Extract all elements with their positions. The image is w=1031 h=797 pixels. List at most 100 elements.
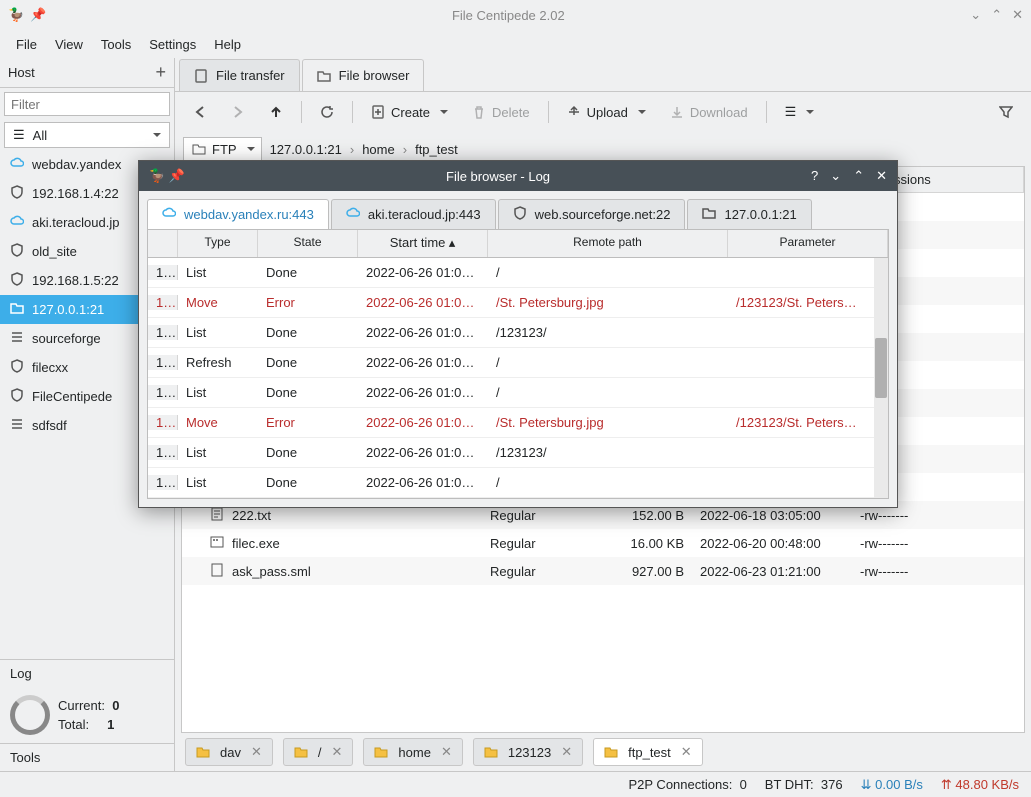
log-row[interactable]: 14MoveError2022-06-26 01:05:31/St. Peter… — [148, 408, 888, 438]
delete-button[interactable]: Delete — [462, 99, 540, 126]
upload-button[interactable]: Upload — [557, 99, 656, 126]
log-col-time[interactable]: Start time ▴ — [358, 230, 488, 257]
all-hosts-row[interactable]: ☰ All — [4, 122, 170, 148]
pin-icon[interactable]: 📌 — [30, 7, 46, 23]
host-label: FileCentipede — [32, 389, 112, 404]
chevron-down-icon — [806, 110, 814, 118]
file-name: ask_pass.sml — [182, 563, 482, 580]
upload-speed-icon: ⇈ — [941, 777, 952, 792]
scrollbar-thumb[interactable] — [875, 338, 887, 398]
create-button[interactable]: Create — [361, 99, 458, 126]
log-col-path[interactable]: Remote path — [488, 230, 728, 257]
file-size: 152.00 B — [612, 508, 692, 523]
log-row[interactable]: 17ListDone2022-06-26 01:05:40/123123/ — [148, 318, 888, 348]
scrollbar[interactable] — [874, 258, 888, 498]
log-row-num: 13 — [148, 445, 178, 460]
add-host-button[interactable]: + — [155, 62, 166, 83]
log-row[interactable]: 19ListDone2022-06-26 01:05:50/ — [148, 258, 888, 288]
close-icon[interactable]: ✕ — [681, 744, 692, 760]
log-row[interactable]: 15ListDone2022-06-26 01:05:35/ — [148, 378, 888, 408]
tools-section-label[interactable]: Tools — [0, 743, 174, 771]
close-icon[interactable]: ✕ — [251, 744, 262, 760]
log-window-title: File browser - Log — [185, 169, 811, 184]
menu-view[interactable]: View — [47, 33, 91, 56]
folder-open-icon — [317, 69, 331, 83]
cloud-icon — [10, 156, 24, 173]
crumb-ftptest[interactable]: ftp_test — [415, 142, 458, 157]
log-table: Type State Start time ▴ Remote path Para… — [147, 229, 889, 499]
menu-tools[interactable]: Tools — [93, 33, 139, 56]
tab-file-transfer[interactable]: File transfer — [179, 59, 300, 91]
nav-up-button[interactable] — [259, 99, 293, 125]
log-tab-label: webdav.yandex.ru:443 — [184, 207, 314, 222]
log-window-titlebar[interactable]: 🦆 📌 File browser - Log ? ⌄ ⌃ ✕ — [139, 161, 897, 191]
file-perm: -rw------- — [852, 508, 1024, 523]
close-icon[interactable]: ✕ — [441, 744, 452, 760]
maximize-icon[interactable]: ⌃ — [991, 7, 1002, 23]
file-row[interactable]: filec.exeRegular16.00 KB2022-06-20 00:48… — [182, 529, 1024, 557]
cloud-icon — [10, 214, 24, 231]
log-row[interactable]: 13ListDone2022-06-26 01:05:30/123123/ — [148, 438, 888, 468]
log-row[interactable]: 12ListDone2022-06-26 01:05:24/ — [148, 468, 888, 498]
view-mode-button[interactable]: ☰ — [775, 98, 825, 126]
log-time: 2022-06-26 01:05:35 — [358, 385, 488, 400]
log-section-label[interactable]: Log — [0, 659, 174, 687]
download-button[interactable]: Download — [660, 99, 758, 126]
folder-icon — [192, 142, 206, 156]
filter-input[interactable] — [4, 92, 170, 116]
upload-speed: 48.80 KB/s — [955, 777, 1019, 792]
close-icon[interactable]: ✕ — [332, 744, 343, 760]
refresh-button[interactable] — [310, 99, 344, 125]
log-tab[interactable]: aki.teracloud.jp:443 — [331, 199, 496, 229]
crumb-home[interactable]: home — [362, 142, 395, 157]
close-icon[interactable]: ✕ — [876, 168, 887, 184]
log-window: 🦆 📌 File browser - Log ? ⌄ ⌃ ✕ webdav.ya… — [138, 160, 898, 508]
pin-icon[interactable]: 📌 — [169, 168, 185, 184]
log-tab[interactable]: webdav.yandex.ru:443 — [147, 199, 329, 229]
tab-label: File transfer — [216, 68, 285, 83]
menu-help[interactable]: Help — [206, 33, 249, 56]
nav-forward-button[interactable] — [221, 99, 255, 125]
file-row[interactable]: ask_pass.smlRegular927.00 B2022-06-23 01… — [182, 557, 1024, 585]
log-col-state[interactable]: State — [258, 230, 358, 257]
log-col-param[interactable]: Parameter — [728, 230, 888, 257]
delete-label: Delete — [492, 105, 530, 120]
log-row[interactable]: 18MoveError2022-06-26 01:05:41/St. Peter… — [148, 288, 888, 318]
chevron-down-icon — [638, 110, 646, 118]
crumb-host[interactable]: 127.0.0.1:21 — [270, 142, 342, 157]
log-tab[interactable]: web.sourceforge.net:22 — [498, 199, 686, 229]
log-type: Move — [178, 415, 258, 430]
menu-file[interactable]: File — [8, 33, 45, 56]
log-header: Type State Start time ▴ Remote path Para… — [148, 230, 888, 258]
tab-file-browser[interactable]: File browser — [302, 59, 425, 91]
log-type: List — [178, 385, 258, 400]
log-tab[interactable]: 127.0.0.1:21 — [687, 199, 811, 229]
protocol-select[interactable]: FTP — [183, 137, 262, 162]
minimize-icon[interactable]: ⌄ — [830, 168, 841, 184]
nav-back-button[interactable] — [183, 99, 217, 125]
log-row[interactable]: 16RefreshDone2022-06-26 01:05:35/ — [148, 348, 888, 378]
minimize-icon[interactable]: ⌄ — [970, 7, 981, 23]
folder-tab[interactable]: dav✕ — [185, 738, 273, 766]
close-icon[interactable]: ✕ — [1012, 7, 1023, 23]
folder-tab[interactable]: ftp_test✕ — [593, 738, 703, 766]
log-param: /123123/St. Peters… — [728, 295, 888, 310]
maximize-icon[interactable]: ⌃ — [853, 168, 864, 184]
log-path: / — [488, 385, 728, 400]
close-icon[interactable]: ✕ — [561, 744, 572, 760]
log-path: / — [488, 355, 728, 370]
log-row-num: 17 — [148, 325, 178, 340]
host-label: 127.0.0.1:21 — [32, 302, 104, 317]
folder-tab[interactable]: /✕ — [283, 738, 354, 766]
filter-button[interactable] — [989, 99, 1023, 125]
log-path: /St. Petersburg.jpg — [488, 415, 728, 430]
menu-settings[interactable]: Settings — [141, 33, 204, 56]
help-icon[interactable]: ? — [811, 168, 818, 184]
menu-icon: ☰ — [13, 127, 25, 143]
file-size: 927.00 B — [612, 564, 692, 579]
folder-tab[interactable]: 123123✕ — [473, 738, 583, 766]
shield-icon — [10, 272, 24, 289]
download-speed: 0.00 B/s — [875, 777, 923, 792]
folder-tab[interactable]: home✕ — [363, 738, 462, 766]
log-col-type[interactable]: Type — [178, 230, 258, 257]
